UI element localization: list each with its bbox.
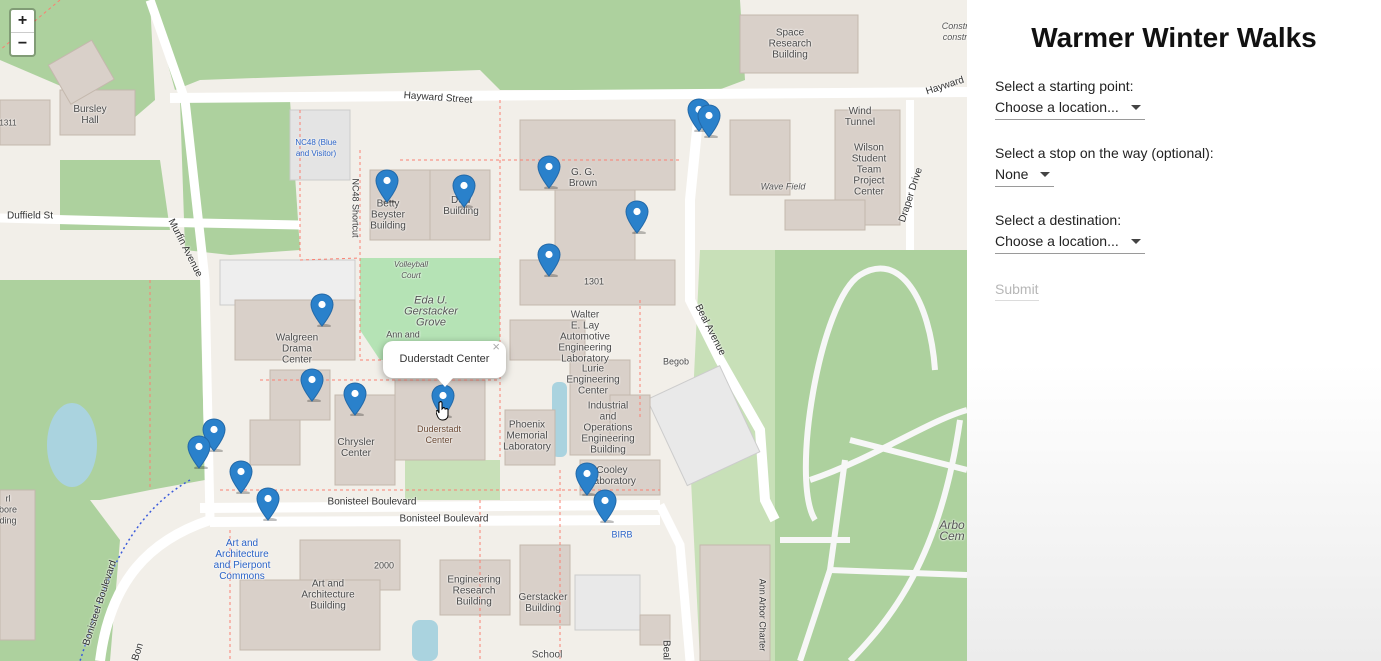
marker-popup: Duderstadt Center × — [383, 339, 506, 387]
stop-label: Select a stop on the way (optional): — [995, 145, 1214, 161]
app-title: Warmer Winter Walks — [1031, 22, 1317, 53]
label-lurie-center: Lurie Engineering Center — [566, 363, 620, 397]
map-pin-icon — [625, 200, 649, 234]
label-school: School — [531, 649, 563, 661]
location-marker[interactable] — [310, 293, 334, 327]
location-marker[interactable] — [537, 243, 561, 277]
label-industrial-ops: Industrial and Operations Engineering Bu… — [581, 400, 635, 456]
zoom-out-button[interactable]: − — [11, 33, 34, 55]
label-corner-text: Constr constr — [941, 21, 967, 42]
label-eda-grove: Eda U. Gerstacker Grove — [404, 294, 458, 329]
map-pin-icon — [187, 435, 211, 469]
label-ann-and: Ann and — [386, 329, 420, 340]
label-duffield-st: Duffield St — [7, 210, 53, 222]
location-marker[interactable] — [375, 169, 399, 203]
chevron-down-icon — [1040, 172, 1051, 177]
label-art-arch-commons: Art and Architecture and Pierpont Common… — [213, 538, 271, 582]
label-engineering-research: Engineering Research Building — [447, 574, 501, 608]
label-chrysler-center: Chrysler Center — [337, 437, 375, 459]
start-select-value: Choose a location... — [995, 99, 1119, 115]
label-nc48-lot: NC48 (Blue and Visitor) — [295, 138, 337, 158]
map-pin-icon — [697, 104, 721, 138]
chevron-down-icon — [1130, 105, 1141, 110]
label-bonisteel-south: Bonisteel Boulevard — [399, 513, 489, 525]
map-pin-icon — [229, 460, 253, 494]
map-pin-icon — [310, 293, 334, 327]
location-marker[interactable] — [452, 174, 476, 208]
label-volleyball-court: Volleyball Court — [394, 260, 428, 280]
map-pin-icon — [375, 169, 399, 203]
destination-label: Select a destination: — [995, 212, 1122, 228]
label-begob: Begob — [662, 356, 690, 367]
zoom-control: + − — [9, 8, 36, 57]
popup-close-icon[interactable]: × — [492, 328, 500, 365]
location-marker[interactable] — [697, 104, 721, 138]
label-art-arch-building: Art and Architecture Building — [301, 578, 355, 612]
chevron-down-icon — [1130, 239, 1141, 244]
label-wind-tunnel: Wind Tunnel — [844, 106, 876, 128]
label-gerstacker-building: Gerstacker Building — [518, 592, 568, 614]
popup-title: Duderstadt Center — [399, 353, 490, 365]
stop-select-value: None — [995, 166, 1029, 182]
label-gg-brown: G. G. Brown — [568, 167, 598, 189]
label-betty-beyster: Betty Beyster Building — [370, 198, 406, 232]
map-pin-icon — [537, 155, 561, 189]
label-walgreen-drama: Walgreen Drama Center — [275, 332, 319, 366]
map-pin-icon — [256, 487, 280, 521]
stop-select[interactable]: None — [995, 164, 1055, 187]
label-duderstadt-center: Duderstadt Center — [416, 424, 462, 445]
popup-tip — [437, 378, 453, 387]
label-bonisteel-north: Bonisteel Boulevard — [327, 496, 417, 508]
label-1311: 1311 — [0, 118, 17, 128]
map-pin-icon — [593, 489, 617, 523]
label-birb: BIRB — [611, 529, 633, 540]
label-wilson-center: Wilson Student Team Project Center — [851, 142, 887, 198]
hand-cursor-icon — [436, 401, 449, 421]
map-pin-icon — [537, 243, 561, 277]
label-arbor-cem: Arbo Cem — [939, 518, 965, 543]
location-marker[interactable] — [343, 382, 367, 416]
location-marker[interactable] — [229, 460, 253, 494]
label-phoenix-lab: Phoenix Memorial Laboratory — [503, 419, 551, 453]
label-walter-lay: Walter E. Lay Automotive Engineering Lab… — [558, 309, 612, 365]
map-pin-icon — [452, 174, 476, 208]
label-corner-left: rl bore ding — [0, 493, 18, 526]
label-wave-field: Wave Field — [760, 181, 806, 192]
zoom-in-button[interactable]: + — [11, 10, 34, 33]
label-bursley-hall: Bursley Hall — [73, 104, 107, 126]
map-pin-icon — [343, 382, 367, 416]
destination-select-value: Choose a location... — [995, 233, 1119, 249]
label-1301: 1301 — [583, 276, 605, 287]
submit-button[interactable]: Submit — [995, 281, 1039, 301]
map-tiles — [0, 0, 967, 661]
label-2000: 2000 — [373, 560, 395, 571]
route-panel: Warmer Winter Walks Select a starting po… — [967, 0, 1381, 661]
start-select[interactable]: Choose a location... — [995, 97, 1145, 120]
campus-map[interactable]: Space Research Building Hayward Street H… — [0, 0, 967, 661]
destination-select[interactable]: Choose a location... — [995, 231, 1145, 254]
location-marker[interactable] — [187, 435, 211, 469]
label-space-research: Space Research Building — [768, 27, 812, 61]
label-beal-south: Beal — [660, 639, 672, 661]
location-marker[interactable] — [625, 200, 649, 234]
label-nc48-shortcut: NC48 Shortcut — [350, 178, 361, 238]
label-ann-arbor-charter: Ann Arbor Charter — [757, 578, 768, 652]
start-label: Select a starting point: — [995, 78, 1134, 94]
location-marker[interactable] — [300, 368, 324, 402]
map-pin-icon — [300, 368, 324, 402]
location-marker[interactable] — [256, 487, 280, 521]
location-marker[interactable] — [537, 155, 561, 189]
location-marker[interactable] — [593, 489, 617, 523]
